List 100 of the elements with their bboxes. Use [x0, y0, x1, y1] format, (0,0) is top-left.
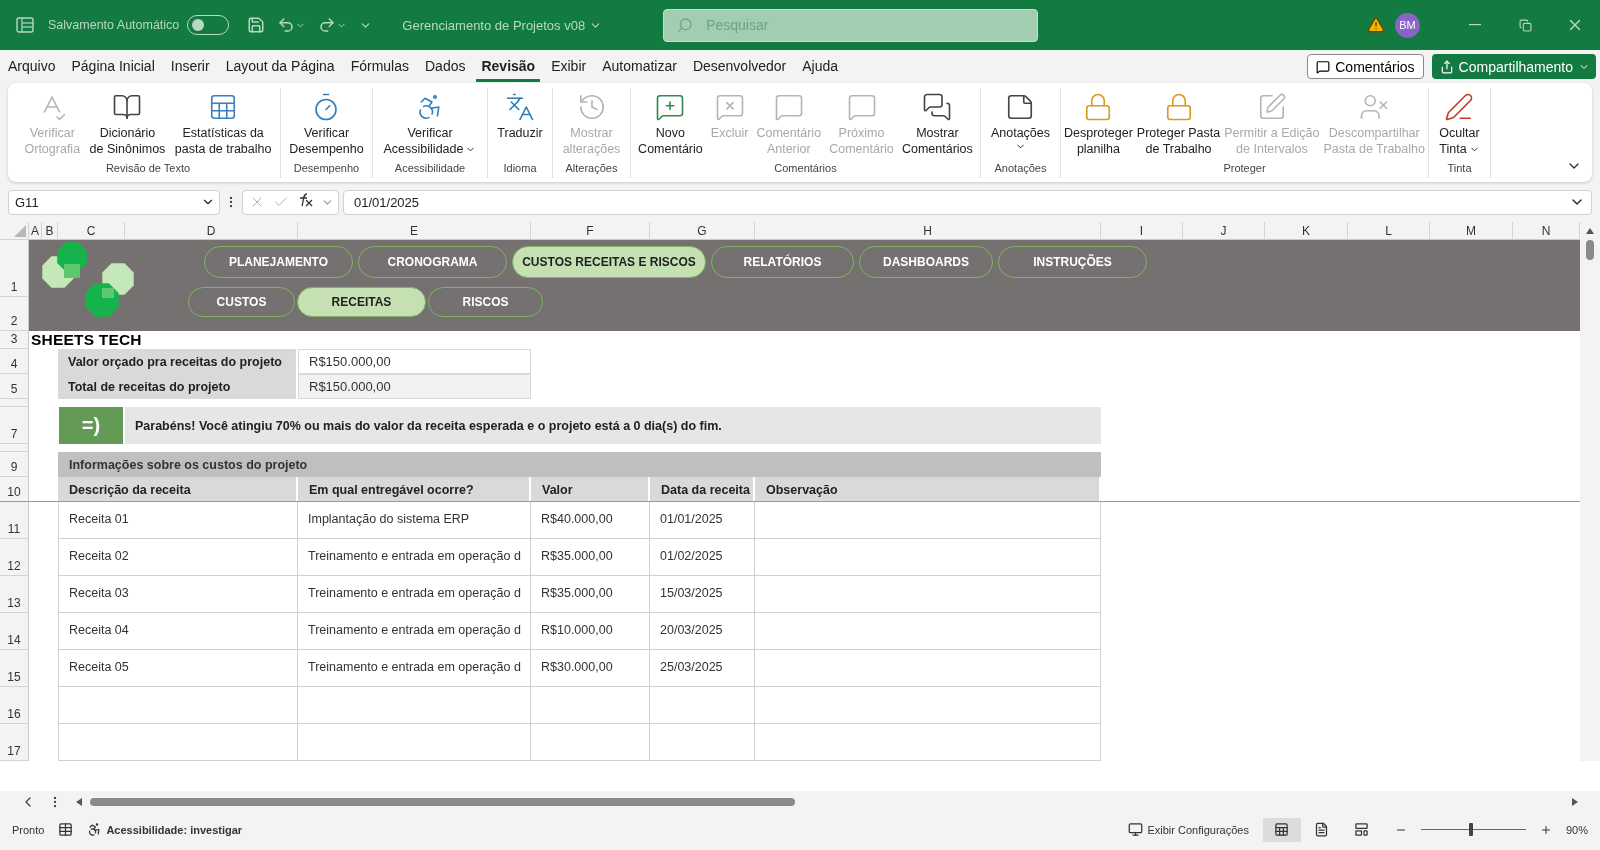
- column-header[interactable]: K: [1265, 222, 1348, 240]
- row-header[interactable]: 10: [0, 477, 29, 502]
- column-header[interactable]: E: [298, 222, 531, 240]
- nav-tab[interactable]: CUSTOS RECEITAS E RISCOS: [512, 246, 706, 278]
- accessibility-status[interactable]: Acessibilidade: investigar: [87, 822, 243, 837]
- save-icon[interactable]: [247, 16, 266, 34]
- column-header[interactable]: A: [29, 222, 42, 240]
- document-title[interactable]: Gerenciamento de Projetos v08: [396, 16, 609, 34]
- row-header[interactable]: 14: [0, 613, 29, 650]
- row-header[interactable]: 12: [0, 539, 29, 576]
- ribbon-button[interactable]: Novo Comentário: [637, 88, 704, 157]
- scroll-up-icon[interactable]: [1585, 226, 1595, 236]
- nav-tab[interactable]: RECEITAS: [297, 287, 426, 317]
- row-header[interactable]: 16: [0, 687, 29, 724]
- column-header[interactable]: J: [1183, 222, 1265, 240]
- field-value: R$150.000,00: [298, 374, 531, 399]
- spreadsheet-icon[interactable]: [16, 16, 34, 34]
- vertical-scrollbar[interactable]: [1580, 222, 1600, 761]
- name-box[interactable]: G11: [8, 189, 220, 215]
- search-icon: [677, 16, 694, 33]
- column-header[interactable]: I: [1101, 222, 1183, 240]
- grid-icon: [1274, 822, 1290, 837]
- column-header[interactable]: C: [58, 222, 125, 240]
- undo-icon[interactable]: [277, 16, 307, 34]
- speech-bubble-icon: [773, 92, 804, 122]
- table-cell: Treinamento e entrada em operação d: [298, 650, 531, 687]
- display-settings-button[interactable]: Exibir Configurações: [1128, 822, 1249, 837]
- view-button[interactable]: [1262, 817, 1301, 842]
- table-cell: Treinamento e entrada em operação d: [298, 539, 531, 576]
- field-label: Valor orçado pra receitas do projeto: [58, 349, 296, 374]
- row-header[interactable]: 1: [0, 240, 29, 297]
- group-label: Proteger: [1222, 162, 1267, 176]
- row-header[interactable]: 5: [0, 374, 29, 399]
- row-header[interactable]: 17: [0, 724, 29, 761]
- menu-tab[interactable]: Página Inicial: [66, 51, 160, 82]
- menu-tab[interactable]: Fórmulas: [345, 51, 414, 82]
- table-cell: Receita 03: [58, 576, 298, 613]
- row-header[interactable]: 3: [0, 331, 29, 349]
- share-button[interactable]: Compartilhamento: [1431, 54, 1596, 79]
- ribbon-button[interactable]: Ocultar Tinta: [1438, 88, 1481, 157]
- user-avatar[interactable]: BM: [1395, 12, 1420, 38]
- minimize-icon: [1469, 24, 1481, 26]
- table-cell: 01/02/2025: [650, 539, 755, 576]
- scroll-right-icon[interactable]: [1570, 796, 1580, 807]
- select-all-button[interactable]: [0, 222, 29, 240]
- ribbon-button[interactable]: Verificar Desempenho: [288, 88, 365, 157]
- zoom-thumb[interactable]: [1469, 823, 1474, 836]
- column-header[interactable]: G: [650, 222, 755, 240]
- row-header[interactable]: 11: [0, 502, 29, 539]
- scroll-thumb[interactable]: [1586, 240, 1594, 260]
- redo-icon[interactable]: [318, 16, 348, 34]
- menu-tab[interactable]: Desenvolvedor: [687, 51, 792, 82]
- column-header[interactable]: N: [1513, 222, 1580, 240]
- column-header[interactable]: B: [42, 222, 58, 240]
- menu-tab[interactable]: Automatizar: [597, 51, 682, 82]
- group-label: Tinta: [1446, 162, 1473, 176]
- menu-tab[interactable]: Inserir: [165, 51, 215, 82]
- menu-tab[interactable]: Dados: [420, 51, 471, 82]
- ribbon-button[interactable]: Anotações: [989, 88, 1052, 152]
- row-header[interactable]: 15: [0, 650, 29, 687]
- ribbon-button[interactable]: Proteger Pasta de Trabalho: [1135, 88, 1222, 157]
- ribbon-button[interactable]: Verificar Acessibilidade: [382, 88, 478, 157]
- ribbon-button[interactable]: Dicionário de Sinônimos: [88, 88, 167, 157]
- ribbon-button[interactable]: Mostrar Comentários: [900, 88, 974, 157]
- menu-tab[interactable]: Exibir: [546, 51, 592, 82]
- search-field[interactable]: Pesquisar: [663, 8, 1039, 42]
- row-header[interactable]: 4: [0, 349, 29, 374]
- row-header[interactable]: 13: [0, 576, 29, 613]
- ribbon-button[interactable]: Estatísticas da pasta de trabalho: [173, 88, 273, 157]
- zoom-in-icon[interactable]: [1539, 823, 1552, 836]
- speech-bubble-icon: [1316, 59, 1331, 74]
- column-header[interactable]: F: [531, 222, 650, 240]
- menu-tab[interactable]: Arquivo: [3, 51, 61, 82]
- user-icon: [1359, 92, 1390, 122]
- formula-field[interactable]: 01/01/2025: [343, 189, 1592, 215]
- translate-icon: [505, 92, 535, 122]
- table-cell: Receita 01: [58, 502, 298, 539]
- scroll-left-icon[interactable]: [74, 796, 84, 807]
- table-header: Data da receita: [650, 477, 755, 502]
- menu-tab[interactable]: Layout da Página: [220, 51, 340, 82]
- row-header[interactable]: 7: [0, 407, 29, 444]
- comment-delete-icon: [714, 92, 745, 122]
- field-label: Total de receitas do projeto: [58, 374, 296, 399]
- column-header[interactable]: D: [125, 222, 298, 240]
- share-icon: [1439, 59, 1454, 74]
- ribbon-button[interactable]: Traduzir: [496, 88, 544, 141]
- menu-tab[interactable]: Ajuda: [797, 51, 844, 82]
- autosave-label: Salvamento Automático: [48, 18, 180, 32]
- section-title: Informações sobre os custos do projeto: [58, 452, 1101, 477]
- comments-button[interactable]: Comentários: [1307, 54, 1424, 79]
- column-header[interactable]: L: [1348, 222, 1430, 240]
- column-header[interactable]: M: [1430, 222, 1513, 240]
- column-header[interactable]: H: [755, 222, 1101, 240]
- layout-icon: [1354, 822, 1370, 837]
- ribbon-button[interactable]: Desproteger planilha: [1063, 88, 1134, 157]
- group-label: Desempenho: [292, 162, 361, 176]
- row-header[interactable]: 2: [0, 297, 29, 331]
- row-header[interactable]: 9: [0, 452, 29, 477]
- comment-plus-icon: [655, 92, 686, 122]
- scroll-thumb[interactable]: [90, 797, 795, 806]
